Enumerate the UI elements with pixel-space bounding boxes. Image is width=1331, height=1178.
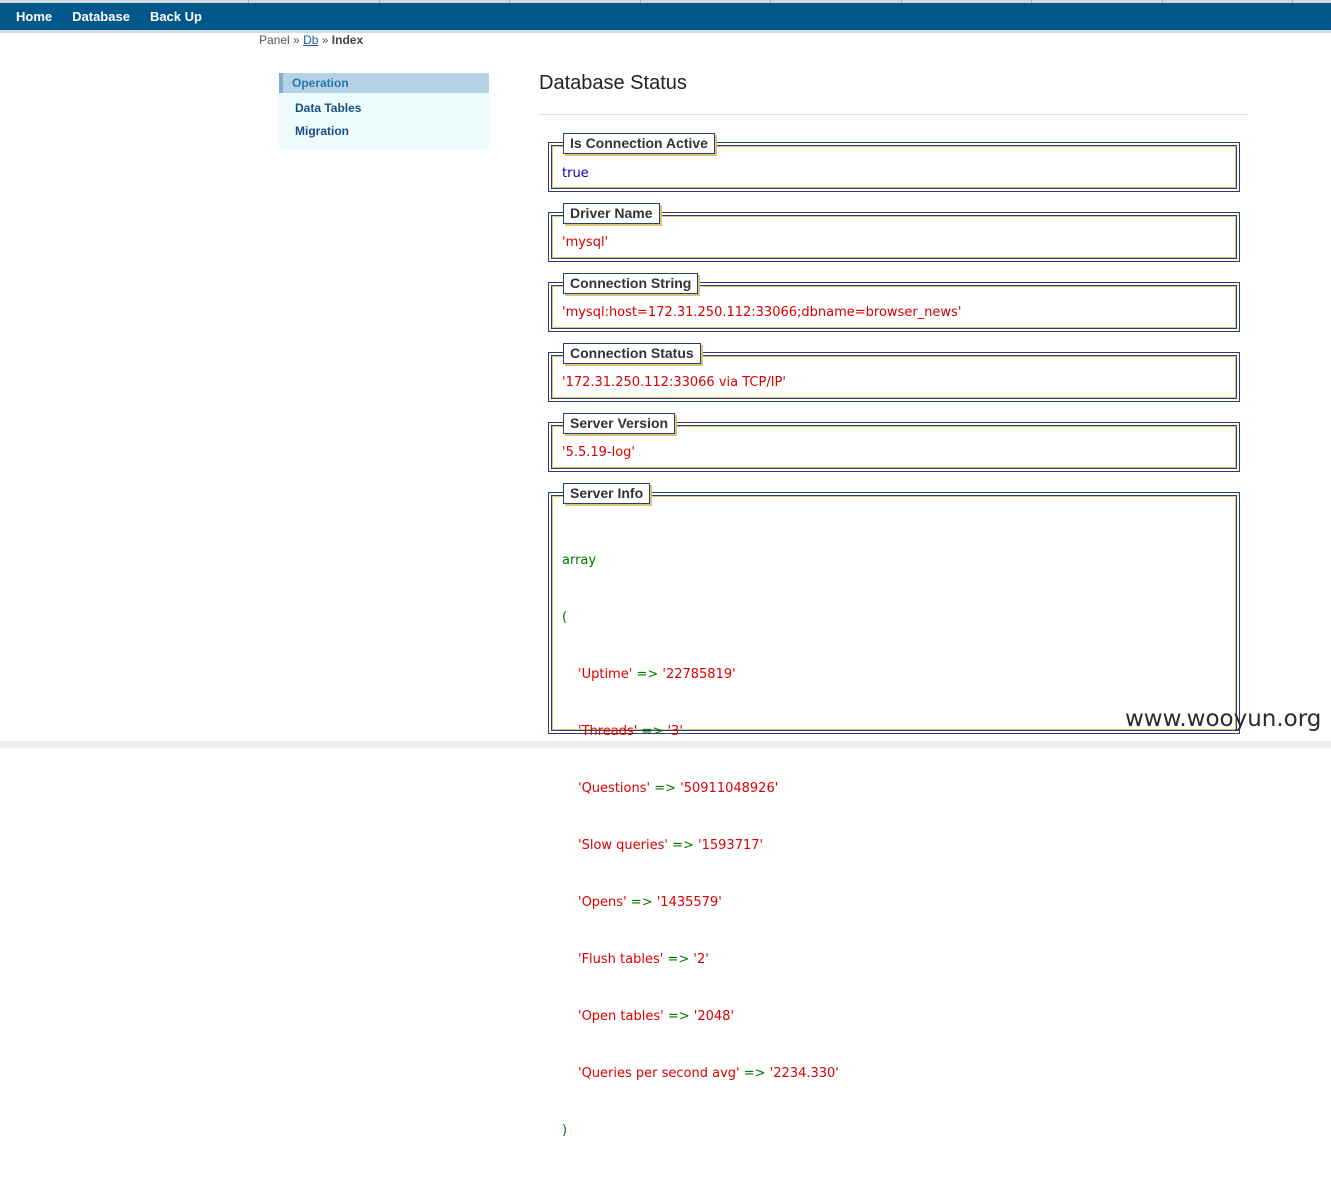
dump-arrow: =>	[636, 667, 659, 682]
dump-array-keyword: array	[562, 553, 597, 568]
section-connection-status: Connection Status '172.31.250.112:33066 …	[548, 343, 1240, 402]
breadcrumb-current: Index	[331, 33, 364, 47]
breadcrumb-separator: »	[321, 33, 329, 47]
dump-key: 'Slow queries'	[578, 838, 668, 853]
dump-entry: 'Slow queries' => '1593717'	[562, 836, 839, 855]
dump-key: 'Open tables'	[578, 1009, 664, 1024]
dump-arrow: =>	[667, 952, 690, 967]
dump-value: '2234.330'	[769, 1066, 839, 1081]
nav-home-link[interactable]: Home	[0, 3, 62, 30]
section-server-info: Server Info array ( 'Uptime' => '2278581…	[548, 483, 1240, 1138]
dump-value: '1435579'	[656, 895, 722, 910]
dump-arrow: =>	[743, 1066, 766, 1081]
dump-value: '2'	[693, 952, 709, 967]
section-driver-name: Driver Name 'mysql'	[548, 203, 1240, 262]
section-server-version: Server Version '5.5.19-log'	[548, 413, 1240, 472]
dump-entry: 'Opens' => '1435579'	[562, 893, 839, 912]
dump-entry: 'Queries per second avg' => '2234.330'	[562, 1064, 839, 1083]
sidebar-header: Operation	[279, 73, 489, 93]
dump-arrow: =>	[667, 1009, 690, 1024]
dump-close-paren: )	[562, 1123, 568, 1138]
section-legend: Is Connection Active	[563, 133, 715, 154]
operation-sidebar: Operation Data Tables Migration	[279, 73, 489, 149]
nav-backup-link[interactable]: Back Up	[140, 3, 212, 30]
section-value: '172.31.250.112:33066 via TCP/IP'	[562, 375, 786, 390]
sidebar-item-migration[interactable]: Migration	[279, 123, 489, 139]
bottom-scroll-area	[0, 741, 1331, 748]
dump-key: 'Questions'	[578, 781, 651, 796]
section-connection-active: Is Connection Active true	[548, 133, 1240, 192]
dump-entry: 'Uptime' => '22785819'	[562, 665, 839, 684]
dump-value: '1593717'	[698, 838, 764, 853]
server-info-dump: array ( 'Uptime' => '22785819' 'Threads'…	[562, 513, 839, 1178]
section-value: 'mysql'	[562, 235, 609, 250]
dump-entry: 'Questions' => '50911048926'	[562, 779, 839, 798]
watermark: www.wooyun.org	[1125, 706, 1322, 732]
breadcrumb-db-link[interactable]: Db	[303, 33, 318, 47]
section-legend: Server Version	[563, 413, 676, 434]
breadcrumb-separator: »	[293, 33, 300, 47]
dump-key: 'Uptime'	[578, 667, 633, 682]
nav-database-link[interactable]: Database	[62, 3, 140, 30]
dump-value: '22785819'	[662, 667, 736, 682]
dump-value: '2048'	[693, 1009, 735, 1024]
dump-entry: 'Open tables' => '2048'	[562, 1007, 839, 1026]
dump-arrow: =>	[641, 724, 664, 739]
dump-arrow: =>	[654, 781, 677, 796]
page-title: Database Status	[539, 72, 687, 94]
sidebar-item-data-tables[interactable]: Data Tables	[279, 100, 489, 116]
section-value: true	[562, 166, 589, 181]
section-legend: Driver Name	[563, 203, 660, 224]
main-menu: Home Database Back Up	[0, 3, 212, 30]
dump-value: '50911048926'	[680, 781, 779, 796]
dump-arrow: =>	[672, 838, 694, 853]
top-nav-shadow	[0, 30, 1331, 33]
dump-entry: 'Threads' => '3'	[562, 722, 839, 741]
dump-open-paren: (	[562, 610, 568, 625]
section-legend: Server Info	[563, 483, 651, 504]
section-legend: Connection String	[563, 273, 699, 294]
dump-arrow: =>	[630, 895, 653, 910]
breadcrumb: Panel » Db » Index	[259, 33, 363, 47]
section-value: 'mysql:host=172.31.250.112:33066;dbname=…	[562, 305, 962, 320]
title-divider	[539, 114, 1249, 115]
section-value: '5.5.19-log'	[562, 445, 636, 460]
section-connection-string: Connection String 'mysql:host=172.31.250…	[548, 273, 1240, 332]
dump-value: '3'	[667, 724, 683, 739]
dump-key: 'Threads'	[578, 724, 638, 739]
breadcrumb-panel: Panel	[259, 33, 290, 47]
top-nav-bar: Home Database Back Up	[0, 0, 1331, 33]
dump-key: 'Opens'	[578, 895, 627, 910]
section-legend: Connection Status	[563, 343, 701, 364]
dump-entry: 'Flush tables' => '2'	[562, 950, 839, 969]
dump-key: 'Queries per second avg'	[578, 1066, 740, 1081]
dump-key: 'Flush tables'	[578, 952, 664, 967]
